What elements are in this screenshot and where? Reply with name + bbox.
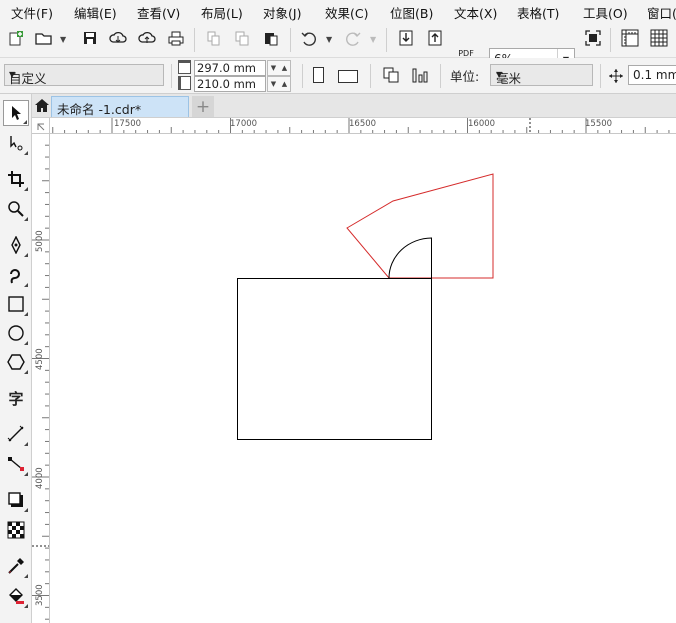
document-tab-title: 未命名 -1.cdr* [57, 102, 142, 117]
cloud-upload-icon[interactable] [136, 27, 158, 49]
menu-layout[interactable]: 布局(L) [201, 3, 243, 22]
menu-view[interactable]: 查看(V) [137, 3, 180, 22]
cut-icon[interactable] [202, 27, 224, 49]
toolbox: 字 [0, 94, 32, 623]
cloud-download-icon[interactable] [107, 27, 129, 49]
separator [302, 64, 303, 88]
menu-bitmaps[interactable]: 位图(B) [390, 3, 433, 22]
ruler-label: 4500 [35, 348, 45, 370]
add-tab-button[interactable]: + [192, 96, 214, 117]
page-preset-select[interactable]: 自定义 ▼ [4, 64, 164, 86]
ruler-label: 17000 [230, 119, 258, 129]
interactive-fill-icon[interactable] [3, 583, 29, 609]
menu-window[interactable]: 窗口( [647, 3, 676, 22]
print-icon[interactable] [165, 27, 187, 49]
ruler-label: 17500 [114, 119, 142, 129]
ruler-label: 16500 [349, 119, 377, 129]
pdf-label: PDF [458, 49, 474, 58]
undo-dropdown-icon[interactable]: ▼ [326, 35, 332, 44]
transparency-icon[interactable] [3, 517, 29, 543]
show-grid-icon[interactable] [648, 27, 670, 49]
import-icon[interactable] [395, 27, 417, 49]
menu-file[interactable]: 文件(F) [11, 3, 53, 22]
artistic-media-icon[interactable] [3, 262, 29, 288]
separator [290, 28, 291, 52]
standard-toolbar: ▼ ▼ ▼ PDF⊞ 6% ▼ [0, 22, 676, 71]
zoom-tool-icon[interactable] [3, 196, 29, 222]
text-tool-icon[interactable]: 字 [3, 385, 29, 411]
paste-icon[interactable] [260, 27, 282, 49]
separator [171, 64, 172, 88]
shape-tool-icon[interactable] [3, 130, 29, 156]
ruler-label: 4000 [35, 467, 45, 489]
chevron-down-icon: ▼ [496, 70, 503, 79]
width-spinner[interactable]: ▼ ▲ [267, 60, 291, 76]
all-pages-icon[interactable] [380, 64, 402, 86]
separator [386, 28, 387, 52]
rectangle-tool-icon[interactable] [3, 291, 29, 317]
pick-tool-icon[interactable] [3, 100, 29, 126]
ruler-label: 16000 [468, 119, 496, 129]
redo-dropdown-icon[interactable]: ▼ [370, 35, 376, 44]
units-label: 单位: [450, 69, 480, 84]
portrait-icon[interactable] [313, 67, 324, 83]
ruler-origin-icon[interactable] [32, 118, 50, 134]
new-document-icon[interactable] [5, 27, 27, 49]
open-dropdown-icon[interactable]: ▼ [60, 35, 66, 44]
nudge-distance-input[interactable]: 0.1 mm [628, 65, 676, 85]
document-tabs: 未命名 -1.cdr* + [32, 94, 676, 118]
tab-document[interactable]: 未命名 -1.cdr* [51, 96, 189, 117]
copy-icon[interactable] [231, 27, 253, 49]
horizontal-ruler[interactable]: 17500 17000 16500 16000 15500 [50, 118, 676, 134]
page-width-input[interactable]: 297.0 mm [194, 60, 266, 76]
separator [600, 64, 601, 88]
red-outline-shape[interactable] [346, 173, 494, 279]
ellipse-tool-icon[interactable] [3, 320, 29, 346]
landscape-icon[interactable] [338, 70, 358, 83]
ruler-label: 5000 [35, 230, 45, 252]
units-select[interactable]: 毫米 ▼ [490, 64, 593, 86]
height-spinner[interactable]: ▼ ▲ [267, 76, 291, 92]
menu-tools[interactable]: 工具(O) [583, 3, 628, 22]
menu-object[interactable]: 对象(J) [263, 3, 301, 22]
drop-shadow-icon[interactable] [3, 487, 29, 513]
menu-bar: 文件(F) 编辑(E) 查看(V) 布局(L) 对象(J) 效果(C) 位图(B… [0, 0, 676, 22]
parallel-dimension-icon[interactable] [3, 421, 29, 447]
connector-tool-icon[interactable] [3, 451, 29, 477]
current-page-icon[interactable] [409, 64, 431, 86]
eyedropper-icon[interactable] [3, 553, 29, 579]
separator [440, 64, 441, 88]
show-rulers-icon[interactable] [619, 27, 641, 49]
ruler-label: 3500 [35, 584, 45, 606]
menu-table[interactable]: 表格(T) [517, 3, 559, 22]
redo-icon[interactable] [342, 27, 364, 49]
separator [610, 28, 611, 52]
export-icon[interactable] [424, 27, 446, 49]
chevron-down-icon: ▼ [9, 70, 16, 79]
square-shape[interactable] [237, 278, 432, 440]
save-icon[interactable] [79, 27, 101, 49]
freehand-tool-icon[interactable] [3, 232, 29, 258]
ruler-label: 15500 [585, 119, 613, 129]
quarter-arc-shape[interactable] [388, 237, 432, 279]
menu-edit[interactable]: 编辑(E) [74, 3, 117, 22]
open-folder-icon[interactable] [33, 27, 55, 49]
separator [370, 64, 371, 88]
property-bar: 自定义 ▼ 297.0 mm ▼ ▲ 210.0 mm ▼ ▲ 单位: 毫米 ▼ 0… [0, 58, 676, 94]
page-width-icon [178, 60, 191, 74]
home-icon[interactable] [34, 97, 50, 113]
menu-effects[interactable]: 效果(C) [325, 3, 368, 22]
nudge-distance-icon [605, 65, 627, 87]
menu-text[interactable]: 文本(X) [454, 3, 497, 22]
full-screen-icon[interactable] [582, 27, 604, 49]
page-height-input[interactable]: 210.0 mm [194, 76, 266, 92]
crop-tool-icon[interactable] [3, 166, 29, 192]
page-height-icon [178, 76, 191, 90]
undo-icon[interactable] [298, 27, 320, 49]
drawing-canvas[interactable] [50, 134, 676, 623]
separator [194, 28, 195, 52]
polygon-tool-icon[interactable] [3, 349, 29, 375]
vertical-ruler[interactable]: 5000 4500 4000 3500 [32, 134, 50, 623]
